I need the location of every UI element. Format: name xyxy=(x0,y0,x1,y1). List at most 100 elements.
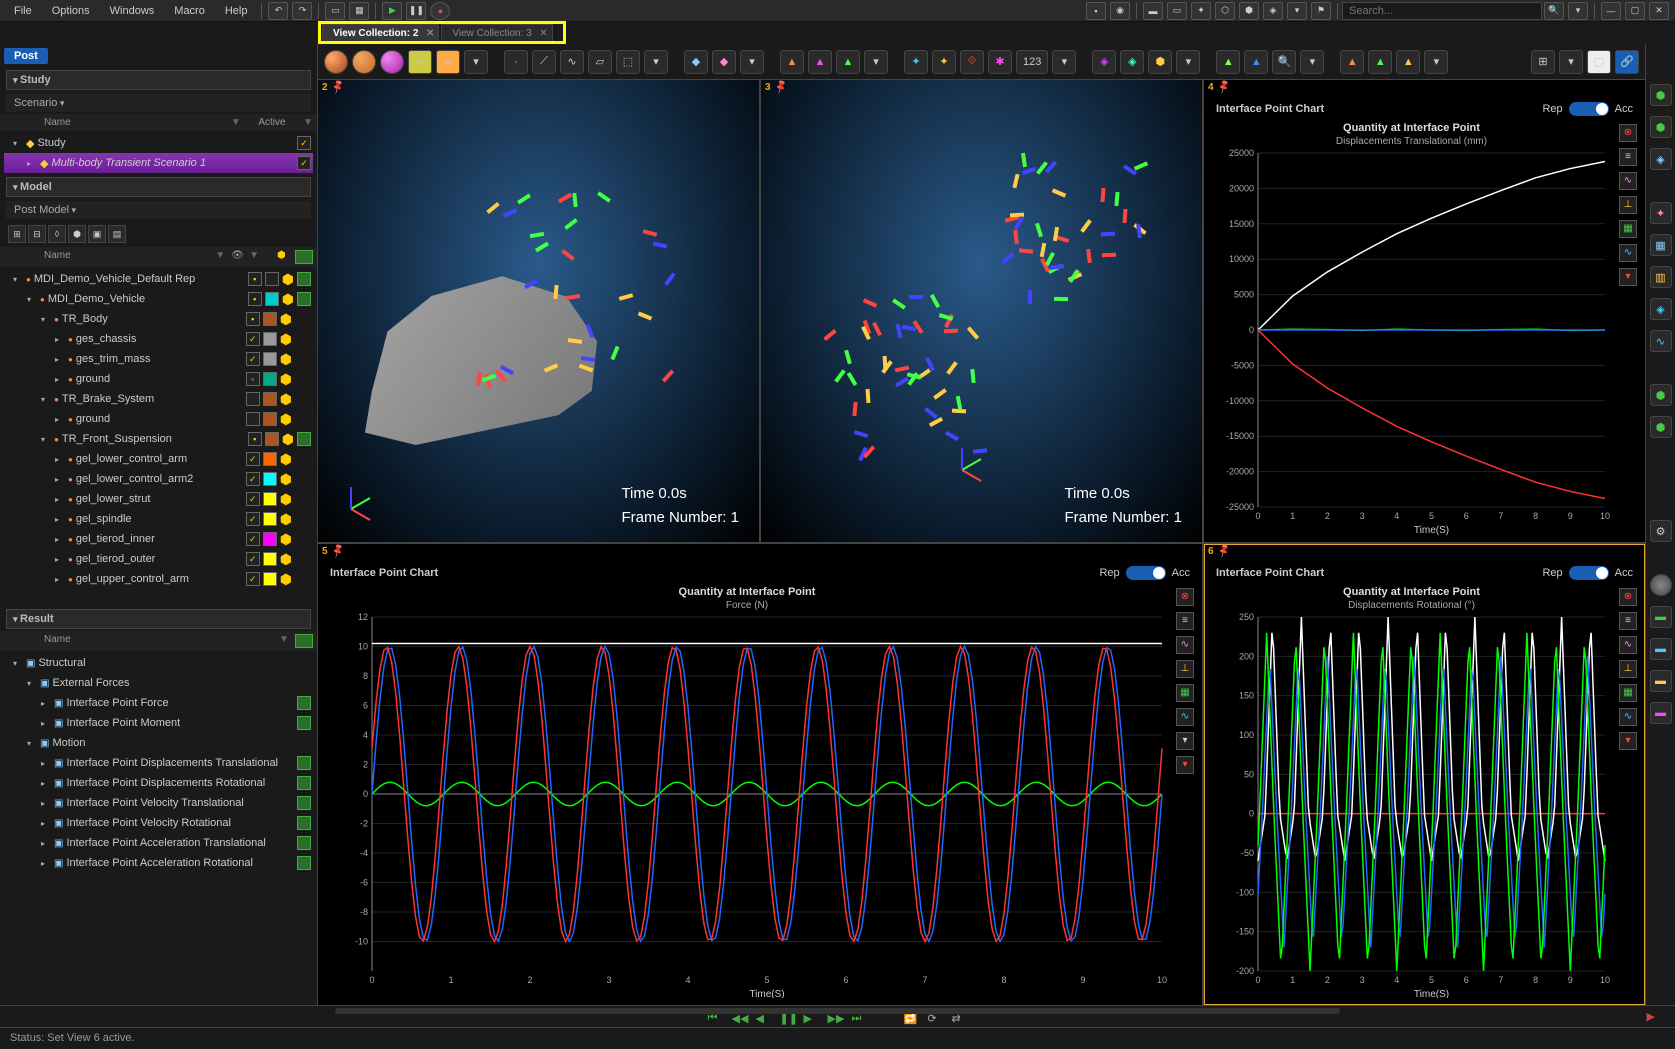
menu-windows[interactable]: Windows xyxy=(100,2,165,20)
grid-icon[interactable]: ▦ xyxy=(1176,684,1194,702)
expand-icon[interactable]: ▾ xyxy=(27,739,37,748)
dropdown-icon[interactable]: ▾ xyxy=(464,50,488,74)
tree-row[interactable]: ▾▣Structural xyxy=(4,653,313,673)
result2-icon[interactable]: ▲ xyxy=(1368,50,1392,74)
tree-tool-icon[interactable]: ▤ xyxy=(108,225,126,243)
redo-icon[interactable]: ↷ xyxy=(292,2,312,20)
visibility-check[interactable]: ▪ xyxy=(248,292,262,306)
signal-icon[interactable]: ∿ xyxy=(1619,244,1637,262)
mesh1-icon[interactable]: ⬢ xyxy=(1650,384,1672,406)
view1-icon[interactable]: ▲ xyxy=(1216,50,1240,74)
node-icon[interactable]: ◆ xyxy=(684,50,708,74)
signal-icon[interactable]: ∿ xyxy=(1619,708,1637,726)
tree-row[interactable]: ▸●gel_upper_control_arm✓⬢ xyxy=(4,569,313,589)
expand-icon[interactable]: ▾ xyxy=(41,435,51,444)
tree-row[interactable]: ▸●gel_lower_control_arm✓⬢ xyxy=(4,449,313,469)
color-swatch[interactable] xyxy=(263,472,277,486)
mesh1-icon[interactable]: ▲ xyxy=(780,50,804,74)
tree-row[interactable]: ▸▣Interface Point Force xyxy=(4,693,313,713)
hex-icon[interactable]: ⬢ xyxy=(280,571,292,588)
viewport-4[interactable]: 4 📌 Interface Point Chart Rep Acc Quanti… xyxy=(1204,80,1645,542)
plot-icon[interactable] xyxy=(297,696,311,710)
tree-row[interactable]: ▸●gel_lower_control_arm2✓⬢ xyxy=(4,469,313,489)
mesh2-icon[interactable]: ▲ xyxy=(808,50,832,74)
chart-area[interactable]: Quantity at Interface Point Displacement… xyxy=(1208,584,1615,1002)
expand-icon[interactable]: ▸ xyxy=(41,799,51,808)
cube2-icon[interactable]: ⬢ xyxy=(1650,116,1672,138)
expand-icon[interactable]: ▸ xyxy=(55,575,65,584)
signal-icon[interactable]: ∿ xyxy=(1176,708,1194,726)
tool3-icon[interactable]: ⬢ xyxy=(1239,2,1259,20)
visibility-check[interactable]: ▫ xyxy=(246,372,260,386)
color-swatch[interactable] xyxy=(263,452,277,466)
search-opt-icon[interactable]: ▾ xyxy=(1568,2,1588,20)
layout-icon[interactable]: ▦ xyxy=(349,2,369,20)
record-icon[interactable]: ● xyxy=(430,2,450,20)
curve-icon[interactable]: ∿ xyxy=(1619,172,1637,190)
tree-row[interactable]: ▾●MDI_Demo_Vehicle▪⬢ xyxy=(4,289,313,309)
elem-icon[interactable]: ◆ xyxy=(712,50,736,74)
rep-acc-toggle[interactable] xyxy=(1126,566,1166,580)
panel-icon[interactable]: ▬ xyxy=(1143,2,1163,20)
expand-icon[interactable]: ▾ xyxy=(13,659,23,668)
layer1-icon[interactable]: ▬ xyxy=(1650,606,1672,628)
visibility-check[interactable]: ✓ xyxy=(246,532,260,546)
expand-icon[interactable]: ▸ xyxy=(41,819,51,828)
layout-grid-icon[interactable]: ⊞ xyxy=(1531,50,1555,74)
close-chart-icon[interactable]: ⊗ xyxy=(1619,588,1637,606)
hex-icon[interactable]: ⬢ xyxy=(280,531,292,548)
dropdown-icon[interactable]: ▾ xyxy=(740,50,764,74)
flag-icon[interactable]: ⚑ xyxy=(1311,2,1331,20)
tool5-icon[interactable]: ▾ xyxy=(1287,2,1307,20)
minimize-icon[interactable]: — xyxy=(1601,2,1621,20)
mesh3-icon[interactable]: ▲ xyxy=(836,50,860,74)
result3-icon[interactable]: ▲ xyxy=(1396,50,1420,74)
color-swatch[interactable] xyxy=(263,552,277,566)
visibility-check[interactable]: ✓ xyxy=(246,572,260,586)
cube-icon[interactable]: ⬚ xyxy=(616,50,640,74)
legend-icon[interactable]: ≡ xyxy=(1619,148,1637,166)
color-swatch[interactable] xyxy=(265,272,279,286)
plot-icon[interactable] xyxy=(297,756,311,770)
color-swatch[interactable] xyxy=(263,332,277,346)
sphere-icon[interactable] xyxy=(1650,574,1672,596)
pause-icon[interactable]: ❚❚ xyxy=(406,2,426,20)
surface-icon[interactable]: ▱ xyxy=(588,50,612,74)
color-swatch[interactable] xyxy=(263,492,277,506)
tree-row[interactable]: ▸●gel_lower_strut✓⬢ xyxy=(4,489,313,509)
layer4-icon[interactable]: ▬ xyxy=(1650,702,1672,724)
axes-icon[interactable]: ⊥ xyxy=(1176,660,1194,678)
marker2-icon[interactable]: ✦ xyxy=(932,50,956,74)
tree-row[interactable]: ▾●TR_Brake_System⬢ xyxy=(4,389,313,409)
video-icon[interactable]: ▪ xyxy=(1086,2,1106,20)
tree-row[interactable]: ▸●ground▫⬢ xyxy=(4,369,313,389)
rep-acc-toggle[interactable] xyxy=(1569,102,1609,116)
record-icon[interactable]: ▶ xyxy=(1647,1010,1655,1023)
link-icon[interactable]: 🔗 xyxy=(1615,50,1639,74)
rep-acc-toggle[interactable] xyxy=(1569,566,1609,580)
visibility-check[interactable]: ▪ xyxy=(246,312,260,326)
expand-icon[interactable]: ▸ xyxy=(41,759,51,768)
hex-icon[interactable]: ⬢ xyxy=(280,451,292,468)
hex-icon[interactable]: ⬢ xyxy=(280,311,292,328)
settings-icon[interactable]: ⚙ xyxy=(1650,520,1672,542)
tree-row[interactable]: ▸◆Multi-body Transient Scenario 1✓ xyxy=(4,153,313,173)
plot-icon[interactable] xyxy=(297,776,311,790)
tab-view-collection-3[interactable]: View Collection: 3 ✕ xyxy=(441,24,552,44)
tree-row[interactable]: ▸●gel_tierod_inner✓⬢ xyxy=(4,529,313,549)
tree-row[interactable]: ▸▣Interface Point Velocity Translational xyxy=(4,793,313,813)
expand-icon[interactable]: ▸ xyxy=(55,375,65,384)
expand-icon[interactable]: ▾ xyxy=(41,315,51,324)
hex-icon[interactable]: ⬢ xyxy=(280,471,292,488)
color-swatch[interactable] xyxy=(263,532,277,546)
maximize-icon[interactable]: ▢ xyxy=(1625,2,1645,20)
hex-icon[interactable]: ⬢ xyxy=(282,271,294,288)
curve-icon[interactable]: ∿ xyxy=(1619,636,1637,654)
expand-icon[interactable]: ▾ xyxy=(13,275,23,284)
expand-icon[interactable]: ▸ xyxy=(55,535,65,544)
marker-icon[interactable]: ▾ xyxy=(1176,756,1194,774)
zoom-icon[interactable]: 🔍 xyxy=(1272,50,1296,74)
hex-icon[interactable]: ⬢ xyxy=(280,551,292,568)
expand-icon[interactable]: ▸ xyxy=(55,335,65,344)
expand-icon[interactable]: ▸ xyxy=(55,555,65,564)
